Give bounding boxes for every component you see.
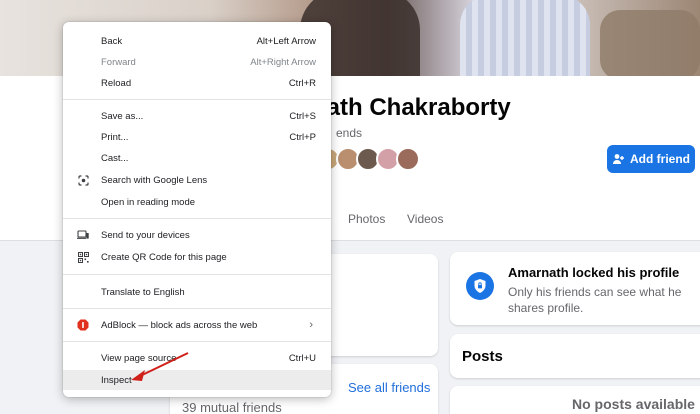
profile-name: nath Chakraborty xyxy=(312,94,511,121)
menu-item-label: Create QR Code for this page xyxy=(101,251,227,263)
menu-item-inspect[interactable]: Inspect xyxy=(63,370,331,390)
see-all-friends-link[interactable]: See all friends xyxy=(348,380,430,395)
menu-item-label: Inspect xyxy=(101,374,132,386)
menu-item-view-source[interactable]: View page source Ctrl+U xyxy=(63,348,331,368)
add-friend-button[interactable]: Add friend xyxy=(607,145,695,173)
menu-item-label: Open in reading mode xyxy=(101,196,196,208)
mutual-friend-avatars[interactable] xyxy=(316,147,420,173)
menu-separator xyxy=(63,218,331,219)
tab-videos[interactable]: Videos xyxy=(407,212,443,226)
friends-count[interactable]: ends xyxy=(336,126,362,140)
google-lens-icon xyxy=(77,174,89,186)
menu-shortcut: Alt+Left Arrow xyxy=(256,35,316,47)
cover-person-2 xyxy=(460,0,590,76)
menu-separator xyxy=(63,341,331,342)
shield-lock-icon xyxy=(466,272,494,300)
context-menu: Back Alt+Left Arrow Forward Alt+Right Ar… xyxy=(63,22,331,397)
menu-item-label: Translate to English xyxy=(101,286,185,298)
menu-shortcut: Alt+Right Arrow xyxy=(250,56,316,68)
menu-item-save-as[interactable]: Save as... Ctrl+S xyxy=(63,106,331,126)
menu-separator xyxy=(63,99,331,100)
menu-item-label: Print... xyxy=(101,131,129,143)
menu-item-label: Reload xyxy=(101,77,132,89)
menu-item-label: Send to your devices xyxy=(101,229,190,241)
menu-item-reload[interactable]: Reload Ctrl+R xyxy=(63,73,331,93)
posts-heading: Posts xyxy=(462,348,503,365)
menu-shortcut: Ctrl+P xyxy=(289,131,316,143)
locked-profile-text: Only his friends can see what he shares … xyxy=(508,285,682,315)
menu-item-forward[interactable]: Forward Alt+Right Arrow xyxy=(63,52,331,72)
menu-separator xyxy=(63,308,331,309)
menu-item-back[interactable]: Back Alt+Left Arrow xyxy=(63,31,331,51)
cover-background xyxy=(600,10,700,76)
menu-item-adblock[interactable]: AdBlock — block ads across the web › xyxy=(63,315,331,335)
menu-item-label: Forward xyxy=(101,56,136,68)
menu-shortcut: Ctrl+S xyxy=(289,110,316,122)
menu-item-label: AdBlock — block ads across the web xyxy=(101,319,258,331)
menu-item-google-lens[interactable]: Search with Google Lens xyxy=(63,170,331,190)
menu-item-qr-code[interactable]: Create QR Code for this page xyxy=(63,247,331,267)
no-posts-text: No posts available xyxy=(572,396,695,412)
mutual-friends-count: 39 mutual friends xyxy=(182,400,282,414)
menu-item-label: View page source xyxy=(101,352,177,364)
chevron-right-icon: › xyxy=(309,319,313,331)
devices-icon xyxy=(77,229,89,241)
menu-item-label: Cast... xyxy=(101,152,129,164)
menu-item-print[interactable]: Print... Ctrl+P xyxy=(63,127,331,147)
menu-item-label: Save as... xyxy=(101,110,144,122)
adblock-icon xyxy=(77,319,89,331)
menu-item-cast[interactable]: Cast... xyxy=(63,148,331,168)
menu-shortcut: Ctrl+U xyxy=(288,352,316,364)
menu-item-translate[interactable]: Translate to English xyxy=(63,282,331,302)
menu-item-send-to-devices[interactable]: Send to your devices xyxy=(63,225,331,245)
menu-item-label: Search with Google Lens xyxy=(101,174,208,186)
menu-shortcut: Ctrl+R xyxy=(288,77,316,89)
friend-avatar[interactable] xyxy=(396,147,420,171)
menu-item-label: Back xyxy=(101,35,123,47)
menu-separator xyxy=(63,274,331,275)
add-person-icon xyxy=(613,154,624,164)
qr-code-icon xyxy=(77,251,89,263)
add-friend-label: Add friend xyxy=(630,152,690,166)
locked-profile-title: Amarnath locked his profile xyxy=(508,265,680,280)
tab-photos[interactable]: Photos xyxy=(348,212,385,226)
menu-item-reading-mode[interactable]: Open in reading mode xyxy=(63,192,331,212)
